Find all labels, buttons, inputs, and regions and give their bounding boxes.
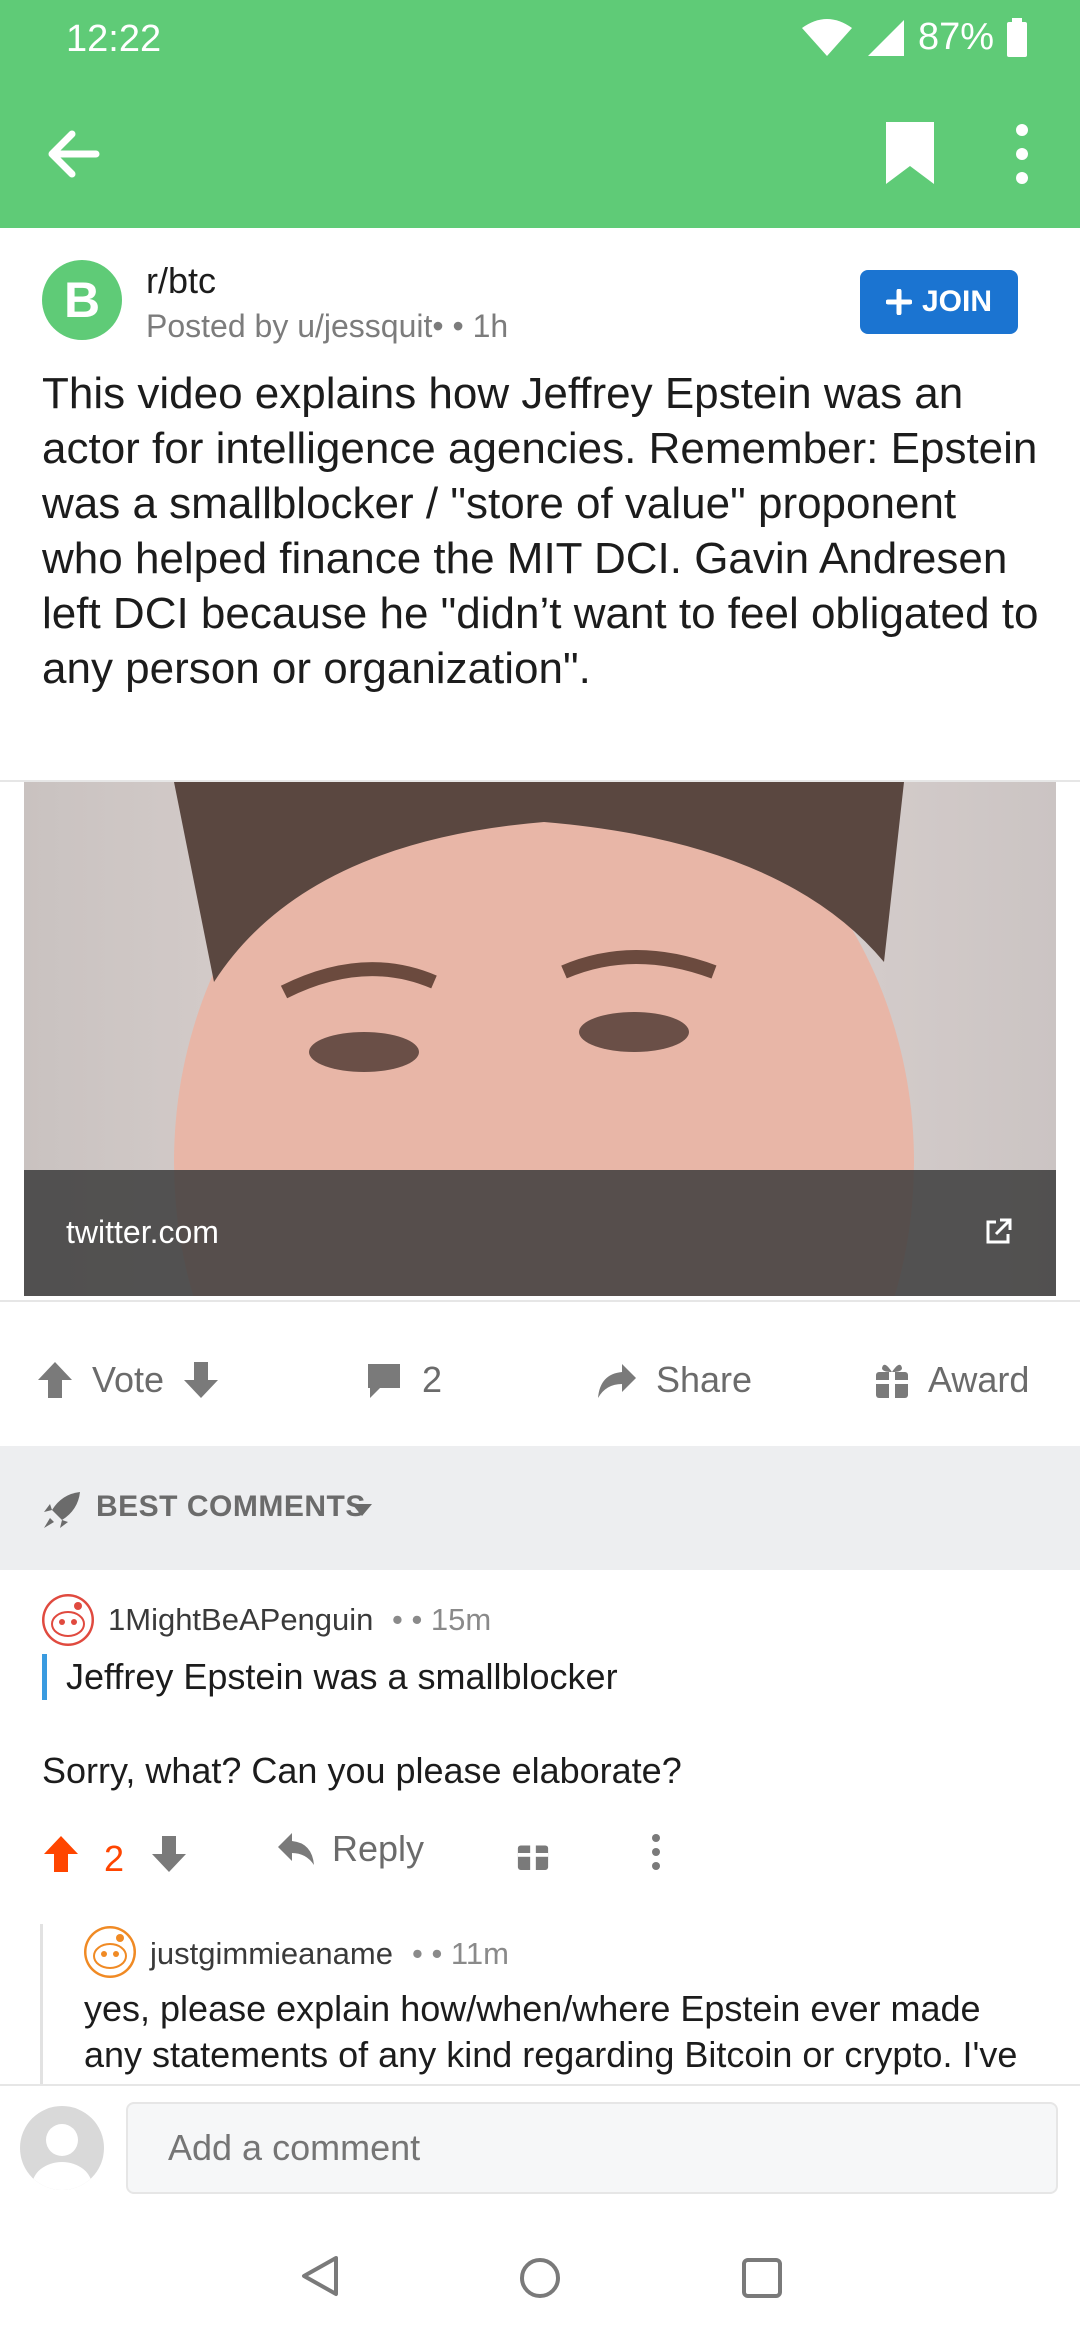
- downvote-icon[interactable]: [182, 1360, 220, 1400]
- wifi-icon: [801, 18, 852, 56]
- thread-line: [40, 1924, 43, 2084]
- reply-button[interactable]: Reply: [276, 1828, 424, 1870]
- nav-back-icon[interactable]: [298, 2254, 342, 2298]
- battery-icon: [1007, 17, 1027, 57]
- plus-icon: [885, 289, 912, 315]
- downvote-icon[interactable]: [150, 1834, 188, 1874]
- upvote-icon[interactable]: [42, 1834, 80, 1874]
- comment-actions: 2 Reply: [42, 1820, 1042, 1890]
- nav-home-icon[interactable]: [518, 2256, 562, 2300]
- post-actions: Vote 2 Share Award: [0, 1330, 1080, 1430]
- upvote-icon[interactable]: [36, 1360, 74, 1400]
- comment-body: Sorry, what? Can you please elaborate?: [42, 1750, 682, 1791]
- sort-label[interactable]: BEST COMMENTS: [96, 1490, 366, 1524]
- award-button[interactable]: Award: [874, 1330, 1029, 1430]
- quote-bar: [42, 1654, 47, 1700]
- comment-avatar[interactable]: [42, 1594, 94, 1646]
- comment-score: 2: [104, 1838, 125, 1879]
- comments-button[interactable]: 2: [364, 1330, 442, 1430]
- share-label: Share: [656, 1359, 753, 1400]
- more-vertical-icon[interactable]: [650, 1832, 662, 1872]
- reply-label: Reply: [332, 1828, 425, 1869]
- vote-label: Vote: [92, 1359, 165, 1400]
- post-meta: Posted by u/jessquit• • 1h: [146, 308, 509, 344]
- comment-icon: [368, 1364, 400, 1398]
- comments-count: 2: [422, 1359, 443, 1400]
- more-vertical-icon[interactable]: [1004, 118, 1040, 190]
- comment-avatar[interactable]: [84, 1926, 136, 1978]
- chevron-down-icon[interactable]: [350, 1502, 374, 1518]
- signal-icon: [867, 19, 904, 56]
- comment-author[interactable]: 1MightBeAPenguin: [108, 1602, 373, 1638]
- subreddit-icon[interactable]: B: [42, 260, 122, 340]
- join-button[interactable]: JOIN: [860, 270, 1018, 334]
- user-avatar-icon[interactable]: [20, 2106, 104, 2190]
- comment-meta: • • 15m: [392, 1602, 492, 1637]
- subreddit-name[interactable]: r/btc: [146, 260, 216, 302]
- share-icon: [598, 1364, 636, 1398]
- comment-quote: Jeffrey Epstein was a smallblocker: [66, 1656, 618, 1697]
- comment-meta: • • 11m: [412, 1936, 509, 1971]
- bookmark-icon[interactable]: [880, 118, 940, 190]
- rocket-icon: [44, 1492, 80, 1528]
- vote-group: Vote: [36, 1330, 220, 1430]
- share-button[interactable]: Share: [596, 1330, 752, 1430]
- link-domain[interactable]: twitter.com: [66, 1214, 219, 1251]
- battery-percent: 87%: [917, 16, 994, 58]
- status-indicators: 87%: [800, 16, 1028, 59]
- status-time: 12:22: [66, 18, 162, 60]
- reply-icon: [278, 1833, 314, 1865]
- gift-icon[interactable]: [516, 1834, 550, 1872]
- back-arrow-icon[interactable]: [40, 120, 108, 188]
- join-label: JOIN: [921, 285, 993, 318]
- award-label: Award: [928, 1359, 1030, 1400]
- comment-author[interactable]: justgimmieaname: [150, 1936, 393, 1972]
- nav-recents-icon[interactable]: [740, 2256, 784, 2300]
- award-icon: [876, 1364, 908, 1398]
- comment-input[interactable]: [126, 2102, 1058, 2194]
- external-link-icon[interactable]: [982, 1216, 1014, 1248]
- post-title[interactable]: This video explains how Jeffrey Epstein …: [42, 366, 1042, 696]
